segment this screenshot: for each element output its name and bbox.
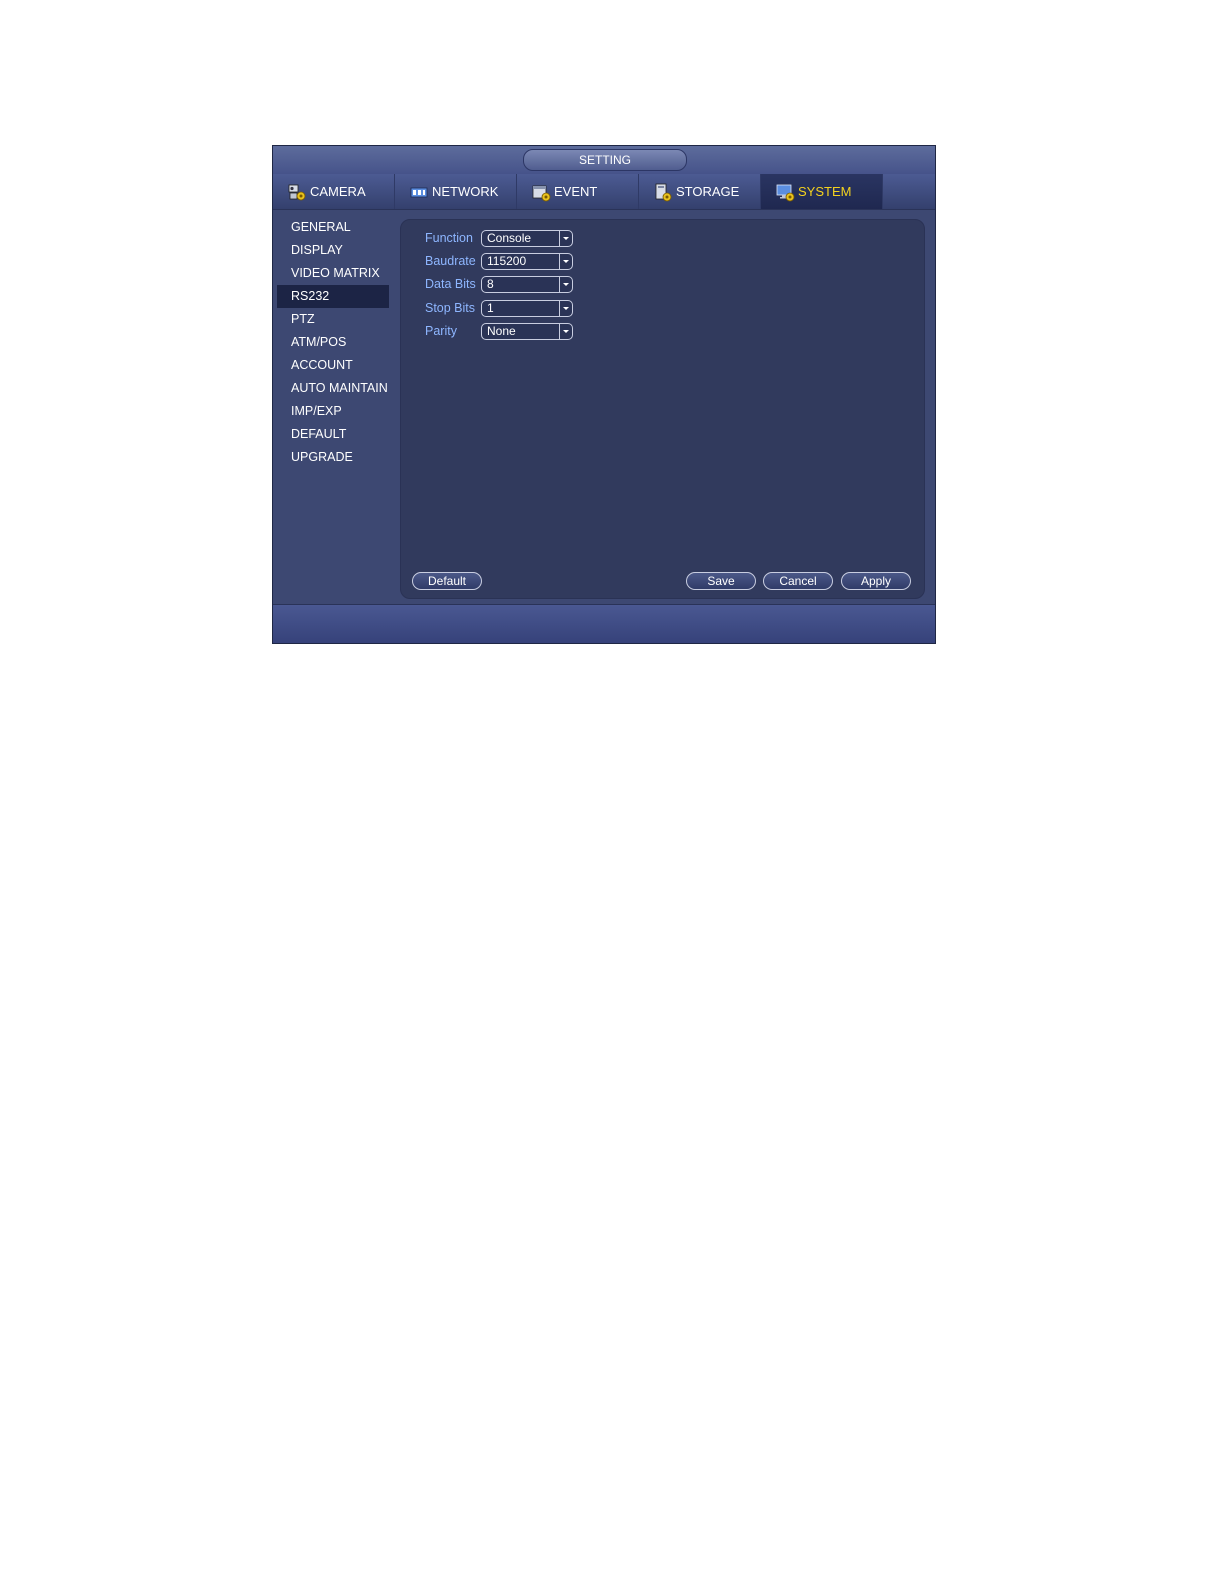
tab-network-label: NETWORK (432, 184, 499, 199)
sidebar: GENERAL DISPLAY VIDEO MATRIX RS232 PTZ A… (277, 216, 389, 469)
sidebar-item-general[interactable]: GENERAL (277, 216, 389, 239)
window-title: SETTING (523, 149, 687, 171)
parity-select[interactable]: None (481, 323, 573, 340)
rs232-panel: Function Console Baudrate 115200 Data Bi… (400, 219, 925, 599)
baudrate-label: Baudrate (425, 254, 476, 268)
footer-bar (273, 604, 935, 643)
parity-label: Parity (425, 324, 457, 338)
tab-system[interactable]: SYSTEM (761, 174, 883, 209)
chevron-down-icon[interactable] (559, 301, 572, 316)
function-label: Function (425, 231, 473, 245)
stop-bits-value: 1 (487, 301, 494, 315)
sidebar-item-video-matrix[interactable]: VIDEO MATRIX (277, 262, 389, 285)
system-icon (775, 182, 795, 202)
data-bits-select[interactable]: 8 (481, 276, 573, 293)
sidebar-item-upgrade[interactable]: UPGRADE (277, 446, 389, 469)
default-button[interactable]: Default (412, 572, 482, 590)
data-bits-value: 8 (487, 277, 494, 291)
sidebar-item-ptz[interactable]: PTZ (277, 308, 389, 331)
event-icon (531, 182, 551, 202)
title-bar: SETTING (273, 146, 935, 174)
tab-system-label: SYSTEM (798, 184, 852, 199)
stop-bits-label: Stop Bits (425, 301, 476, 315)
setting-window: SETTING CAMERA NETWORK EVENT STORAGE SYS… (272, 145, 936, 644)
sidebar-item-imp-exp[interactable]: IMP/EXP (277, 400, 389, 423)
storage-icon (653, 182, 673, 202)
sidebar-item-auto-maintain[interactable]: AUTO MAINTAIN (277, 377, 389, 400)
tab-event-label: EVENT (554, 184, 598, 199)
tab-network[interactable]: NETWORK (395, 174, 517, 209)
baudrate-value: 115200 (487, 254, 527, 268)
tab-bar: CAMERA NETWORK EVENT STORAGE SYSTEM (273, 174, 935, 210)
function-value: Console (487, 231, 532, 245)
tab-camera-label: CAMERA (310, 184, 366, 199)
sidebar-item-rs232[interactable]: RS232 (277, 285, 389, 308)
sidebar-item-display[interactable]: DISPLAY (277, 239, 389, 262)
baudrate-select[interactable]: 115200 (481, 253, 573, 270)
data-bits-label: Data Bits (425, 277, 476, 291)
tab-event[interactable]: EVENT (517, 174, 639, 209)
chevron-down-icon[interactable] (559, 231, 572, 246)
tab-storage-label: STORAGE (676, 184, 740, 199)
sidebar-item-account[interactable]: ACCOUNT (277, 354, 389, 377)
save-button[interactable]: Save (686, 572, 756, 590)
stop-bits-select[interactable]: 1 (481, 300, 573, 317)
parity-value: None (487, 324, 516, 338)
chevron-down-icon[interactable] (559, 254, 572, 269)
apply-button[interactable]: Apply (841, 572, 911, 590)
network-icon (409, 182, 429, 202)
function-select[interactable]: Console (481, 230, 573, 247)
sidebar-item-atm-pos[interactable]: ATM/POS (277, 331, 389, 354)
chevron-down-icon[interactable] (559, 324, 572, 339)
chevron-down-icon[interactable] (559, 277, 572, 292)
sidebar-item-default[interactable]: DEFAULT (277, 423, 389, 446)
cancel-button[interactable]: Cancel (763, 572, 833, 590)
camera-icon (287, 182, 307, 202)
tab-camera[interactable]: CAMERA (273, 174, 395, 209)
tab-storage[interactable]: STORAGE (639, 174, 761, 209)
